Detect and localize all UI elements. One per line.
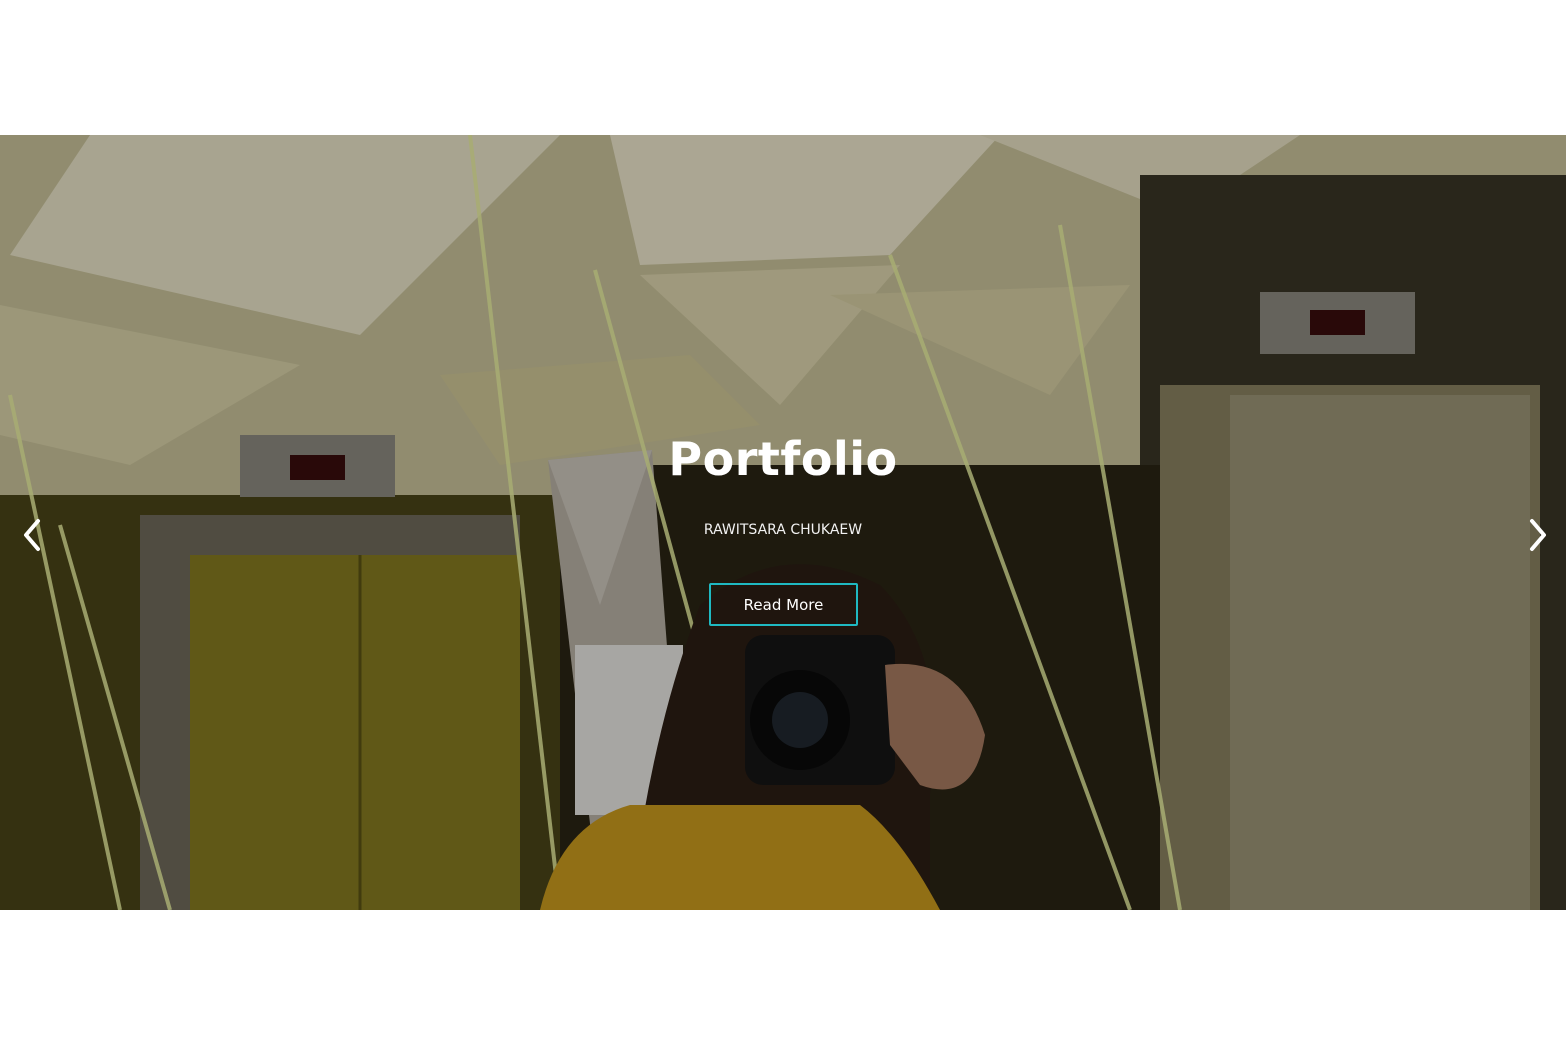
previous-slide-button[interactable] bbox=[12, 515, 52, 555]
read-more-button[interactable]: Read More bbox=[709, 583, 858, 626]
hero-slider: Portfolio RAWITSARA CHUKAEW Read More bbox=[0, 135, 1566, 910]
chevron-right-icon bbox=[1530, 519, 1546, 551]
next-slide-button[interactable] bbox=[1518, 515, 1558, 555]
slide-caption: Portfolio RAWITSARA CHUKAEW Read More bbox=[0, 135, 1566, 910]
hero-title: Portfolio bbox=[668, 432, 898, 486]
chevron-left-icon bbox=[24, 519, 40, 551]
hero-subtitle: RAWITSARA CHUKAEW bbox=[703, 522, 863, 538]
